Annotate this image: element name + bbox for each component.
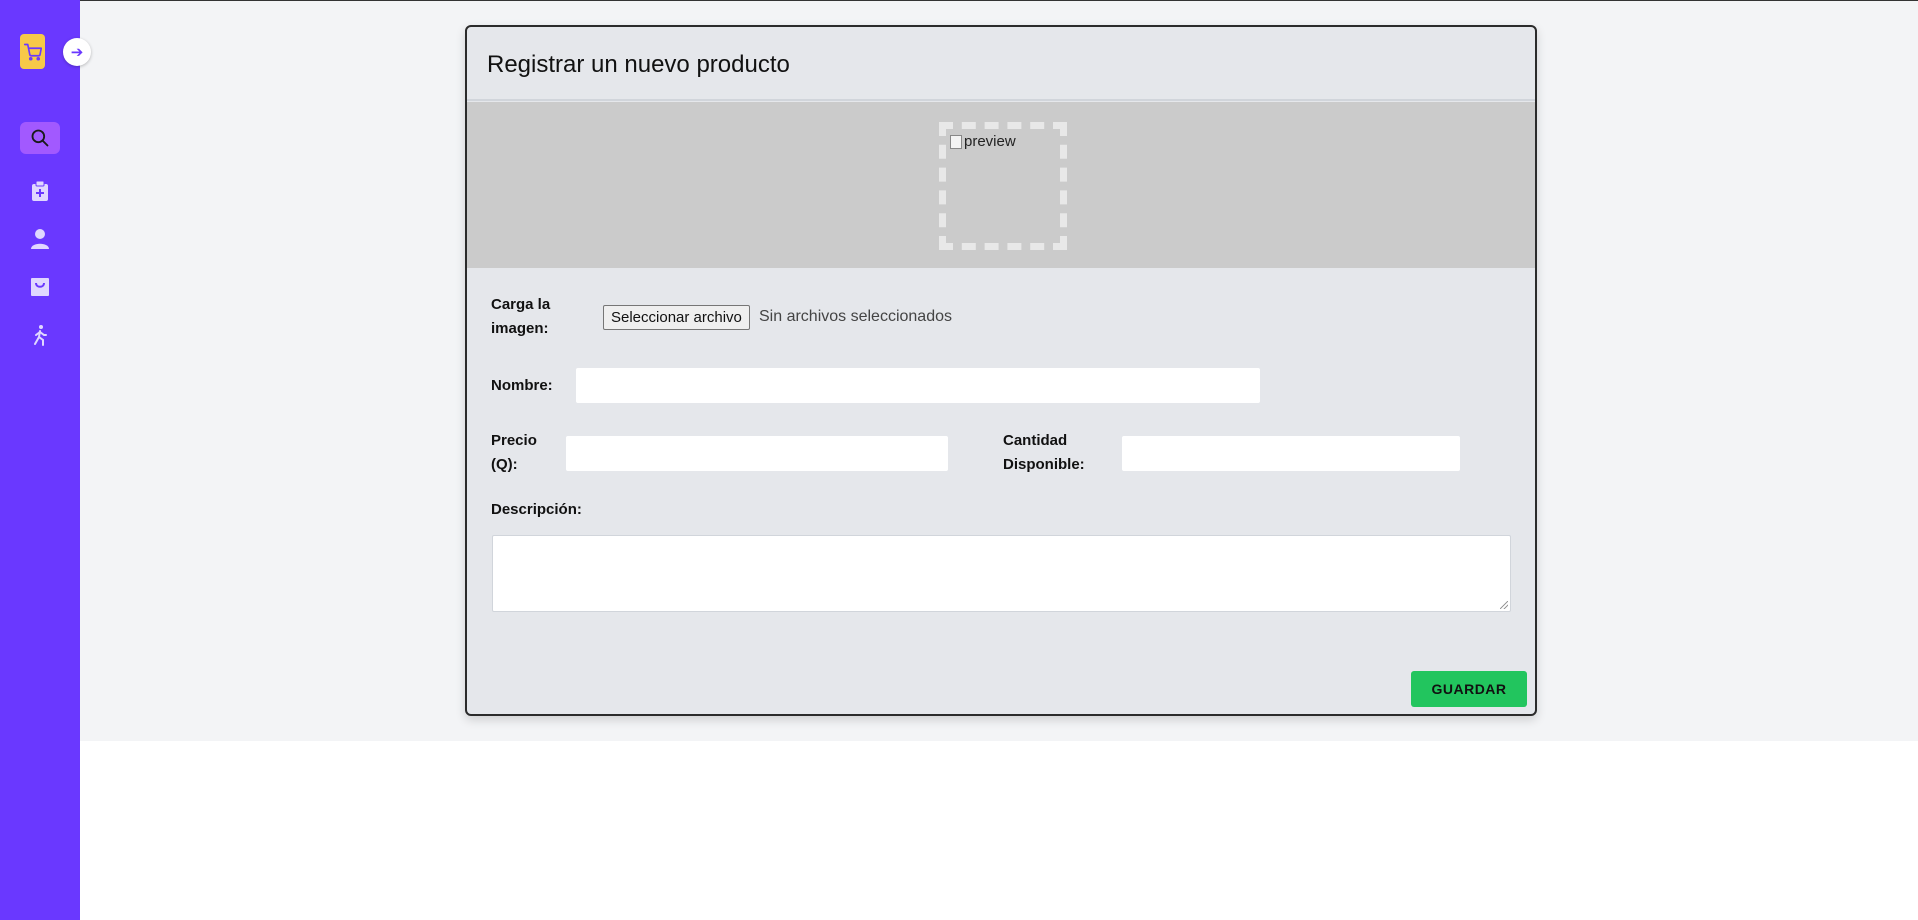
preview-image: preview [950, 133, 1016, 150]
description-textarea[interactable] [492, 535, 1511, 612]
walking-person-icon [34, 325, 47, 346]
header-divider [467, 99, 1535, 101]
sidebar-item-orders[interactable] [20, 271, 60, 303]
resize-handle[interactable] [1500, 601, 1508, 609]
product-form-card: Registrar un nuevo producto preview Carg… [465, 25, 1537, 716]
search-icon [31, 129, 49, 147]
image-preview-frame: preview [939, 122, 1067, 250]
preview-alt-text: preview [964, 133, 1016, 150]
price-input[interactable] [565, 435, 949, 472]
sidebar-toggle-button[interactable]: ➔ [63, 38, 91, 66]
arrow-right-icon: ➔ [70, 43, 84, 61]
page-title: Registrar un nuevo producto [487, 51, 790, 78]
image-upload-label: Carga la imagen: [491, 296, 551, 337]
sidebar-item-search[interactable] [20, 122, 60, 154]
sidebar: ➔ [0, 0, 91, 920]
image-preview-area: preview [467, 102, 1535, 268]
quantity-input[interactable] [1121, 435, 1461, 472]
file-status-text: Sin archivos seleccionados [759, 308, 952, 325]
user-icon [31, 229, 49, 249]
sidebar-item-products[interactable] [20, 175, 60, 207]
medical-clipboard-icon [32, 180, 48, 201]
sidebar-item-logout[interactable] [20, 319, 60, 351]
shopping-bag-icon [31, 278, 49, 296]
name-label: Nombre: [491, 377, 553, 394]
name-input[interactable] [575, 367, 1261, 404]
save-button[interactable]: GUARDAR [1411, 671, 1527, 707]
sidebar-item-users[interactable] [20, 223, 60, 255]
quantity-label: Cantidad Disponible: [1003, 432, 1085, 473]
shopping-cart-icon [23, 43, 42, 61]
price-label: Precio (Q): [491, 432, 537, 473]
cart-logo[interactable] [20, 34, 45, 69]
broken-image-icon [950, 134, 962, 149]
select-file-button[interactable]: Seleccionar archivo [603, 305, 750, 330]
description-label: Descripción: [491, 501, 582, 518]
